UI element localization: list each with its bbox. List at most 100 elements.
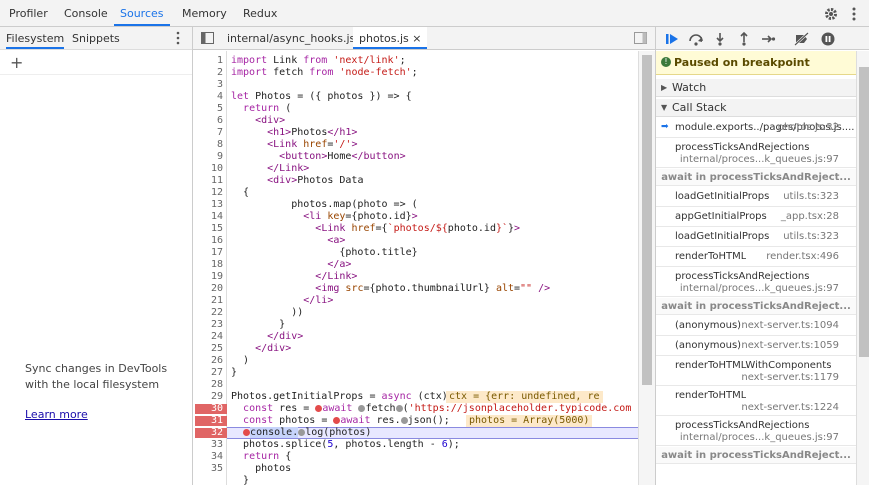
more-options-icon[interactable] [851, 6, 857, 22]
frame-location[interactable]: internal/proces...k_queues.js:97 [680, 154, 839, 165]
line-number[interactable]: 24 [193, 331, 223, 343]
code-area[interactable]: 1 2 3 4 5 6 7 8 9 10 11 12 13 14 15 16 17 18 19 20 21 22 23 24 2… [193, 51, 638, 485]
call-frame[interactable]: (anonymous) next-server.ts:1094 [656, 317, 856, 336]
line-number[interactable]: 13 [193, 199, 223, 211]
frame-location[interactable]: next-server.ts:1059 [741, 340, 839, 351]
line-number[interactable]: 5 [193, 103, 223, 115]
call-frame[interactable]: processTicksAndRejections internal/proces… [656, 139, 856, 168]
line-number[interactable]: 30 [193, 403, 223, 415]
call-frame[interactable]: (anonymous) next-server.ts:1059 [656, 337, 856, 356]
frame-location[interactable]: internal/proces...k_queues.js:97 [680, 432, 839, 443]
line-number[interactable]: 33 [193, 439, 223, 451]
code-line: <img src={photo.thumbnailUrl} alt="" /> [315, 283, 551, 294]
step-icon[interactable] [760, 31, 776, 47]
file-tab-photos[interactable]: photos.js × [353, 27, 428, 49]
line-number[interactable]: 17 [193, 247, 223, 259]
line-number[interactable]: 11 [193, 175, 223, 187]
line-number[interactable]: 4 [193, 91, 223, 103]
line-number[interactable]: 27 [193, 367, 223, 379]
call-frame[interactable]: loadGetInitialProps utils.ts:323 [656, 228, 856, 247]
code-line: } [231, 367, 238, 378]
call-frame[interactable]: renderToHTML next-server.ts:1224 [656, 387, 856, 416]
step-into-icon[interactable] [712, 31, 728, 47]
line-number[interactable]: 23 [193, 319, 223, 331]
line-number[interactable]: 28 [193, 379, 223, 391]
navigator-pane: Filesystem Snippets + Sync changes in De… [0, 27, 193, 485]
line-number[interactable]: 31 [193, 415, 223, 427]
line-number[interactable]: 3 [193, 79, 223, 91]
watch-section-header[interactable]: ▶ Watch [656, 79, 856, 97]
frame-location[interactable]: utils.ts:323 [783, 191, 839, 202]
call-frame[interactable]: renderToHTML render.tsx:496 [656, 248, 856, 267]
tab-profiler[interactable]: Profiler [9, 0, 48, 26]
frame-location[interactable]: next-server.ts:1094 [741, 320, 839, 331]
line-number[interactable]: 1 [193, 55, 223, 67]
line-number[interactable]: 2 [193, 67, 223, 79]
line-number[interactable]: 16 [193, 235, 223, 247]
tab-filesystem[interactable]: Filesystem [6, 27, 65, 49]
line-gutter[interactable]: 1 2 3 4 5 6 7 8 9 10 11 12 13 14 15 16 17 18 19 20 21 22 23 24 2… [193, 51, 227, 485]
line-number[interactable]: 18 [193, 259, 223, 271]
frame-location[interactable]: next-server.ts:1179 [741, 372, 839, 383]
scroll-thumb[interactable] [642, 55, 652, 385]
call-frame[interactable]: processTicksAndRejections internal/proces… [656, 268, 856, 297]
toggle-debugger-icon[interactable] [634, 32, 647, 44]
frame-location[interactable]: next-server.ts:1224 [741, 402, 839, 413]
line-number[interactable]: 35 [193, 463, 223, 475]
frame-function: renderToHTML [675, 390, 747, 401]
call-frame[interactable]: processTicksAndRejections internal/proces… [656, 417, 856, 446]
line-number[interactable]: 7 [193, 127, 223, 139]
step-out-icon[interactable] [736, 31, 752, 47]
code-line: <Link href='/'> [267, 139, 358, 150]
close-icon[interactable]: × [412, 32, 421, 45]
frame-location[interactable]: _app.tsx:28 [781, 211, 839, 222]
line-number[interactable]: 32 [193, 427, 223, 439]
line-number[interactable]: 8 [193, 139, 223, 151]
line-number[interactable]: 29 [193, 391, 223, 403]
gear-icon[interactable] [824, 7, 838, 21]
learn-more-link[interactable]: Learn more [25, 408, 88, 421]
line-number[interactable]: 19 [193, 271, 223, 283]
tab-snippets[interactable]: Snippets [72, 27, 120, 49]
call-stack-section-header[interactable]: ▼ Call Stack [656, 99, 856, 117]
debugger-scrollbar[interactable] [856, 51, 869, 485]
more-options-icon[interactable] [175, 31, 181, 45]
scroll-thumb[interactable] [859, 67, 869, 357]
line-number[interactable]: 15 [193, 223, 223, 235]
frame-location[interactable]: internal/proces...k_queues.js:97 [680, 283, 839, 294]
editor-scrollbar[interactable] [638, 51, 655, 485]
line-number[interactable]: 21 [193, 295, 223, 307]
line-number[interactable]: 12 [193, 187, 223, 199]
toggle-navigator-icon[interactable] [201, 32, 214, 44]
step-over-icon[interactable] [688, 31, 704, 47]
line-number[interactable]: 10 [193, 163, 223, 175]
frame-location[interactable]: photos.js:32 [778, 122, 839, 133]
line-number[interactable]: 34 [193, 451, 223, 463]
frame-location[interactable]: utils.ts:323 [783, 231, 839, 242]
resume-icon[interactable] [664, 31, 680, 47]
line-number[interactable]: 20 [193, 283, 223, 295]
line-number[interactable]: 22 [193, 307, 223, 319]
call-frame[interactable]: loadGetInitialProps utils.ts:323 [656, 188, 856, 207]
line-number[interactable]: 26 [193, 355, 223, 367]
tab-memory[interactable]: Memory [182, 0, 227, 26]
deactivate-breakpoints-icon[interactable] [794, 31, 810, 47]
current-frame-icon: ➡ [661, 122, 669, 132]
tab-sources[interactable]: Sources [114, 0, 170, 26]
file-tab-async-hooks[interactable]: internal/async_hooks.js [227, 27, 355, 49]
pause-on-exceptions-icon[interactable] [820, 31, 836, 47]
frame-function: processTicksAndRejections [675, 142, 810, 153]
line-number[interactable]: 6 [193, 115, 223, 127]
add-folder-icon[interactable]: + [10, 53, 23, 72]
tab-redux[interactable]: Redux [243, 0, 277, 26]
code-line: <Link href={`photos/${photo.id}`}> [315, 223, 521, 234]
call-frame[interactable]: renderToHTMLWithComponents next-server.ts… [656, 357, 856, 386]
frame-location[interactable]: render.tsx:496 [766, 251, 839, 262]
line-number[interactable]: 14 [193, 211, 223, 223]
line-number[interactable]: 25 [193, 343, 223, 355]
call-frame[interactable]: appGetInitialProps _app.tsx:28 [656, 208, 856, 227]
code-line: </Link> [315, 271, 358, 282]
call-frame[interactable]: ➡ module.exports../pages/photos.js.... pho… [656, 119, 856, 138]
tab-console[interactable]: Console [64, 0, 108, 26]
line-number[interactable]: 9 [193, 151, 223, 163]
